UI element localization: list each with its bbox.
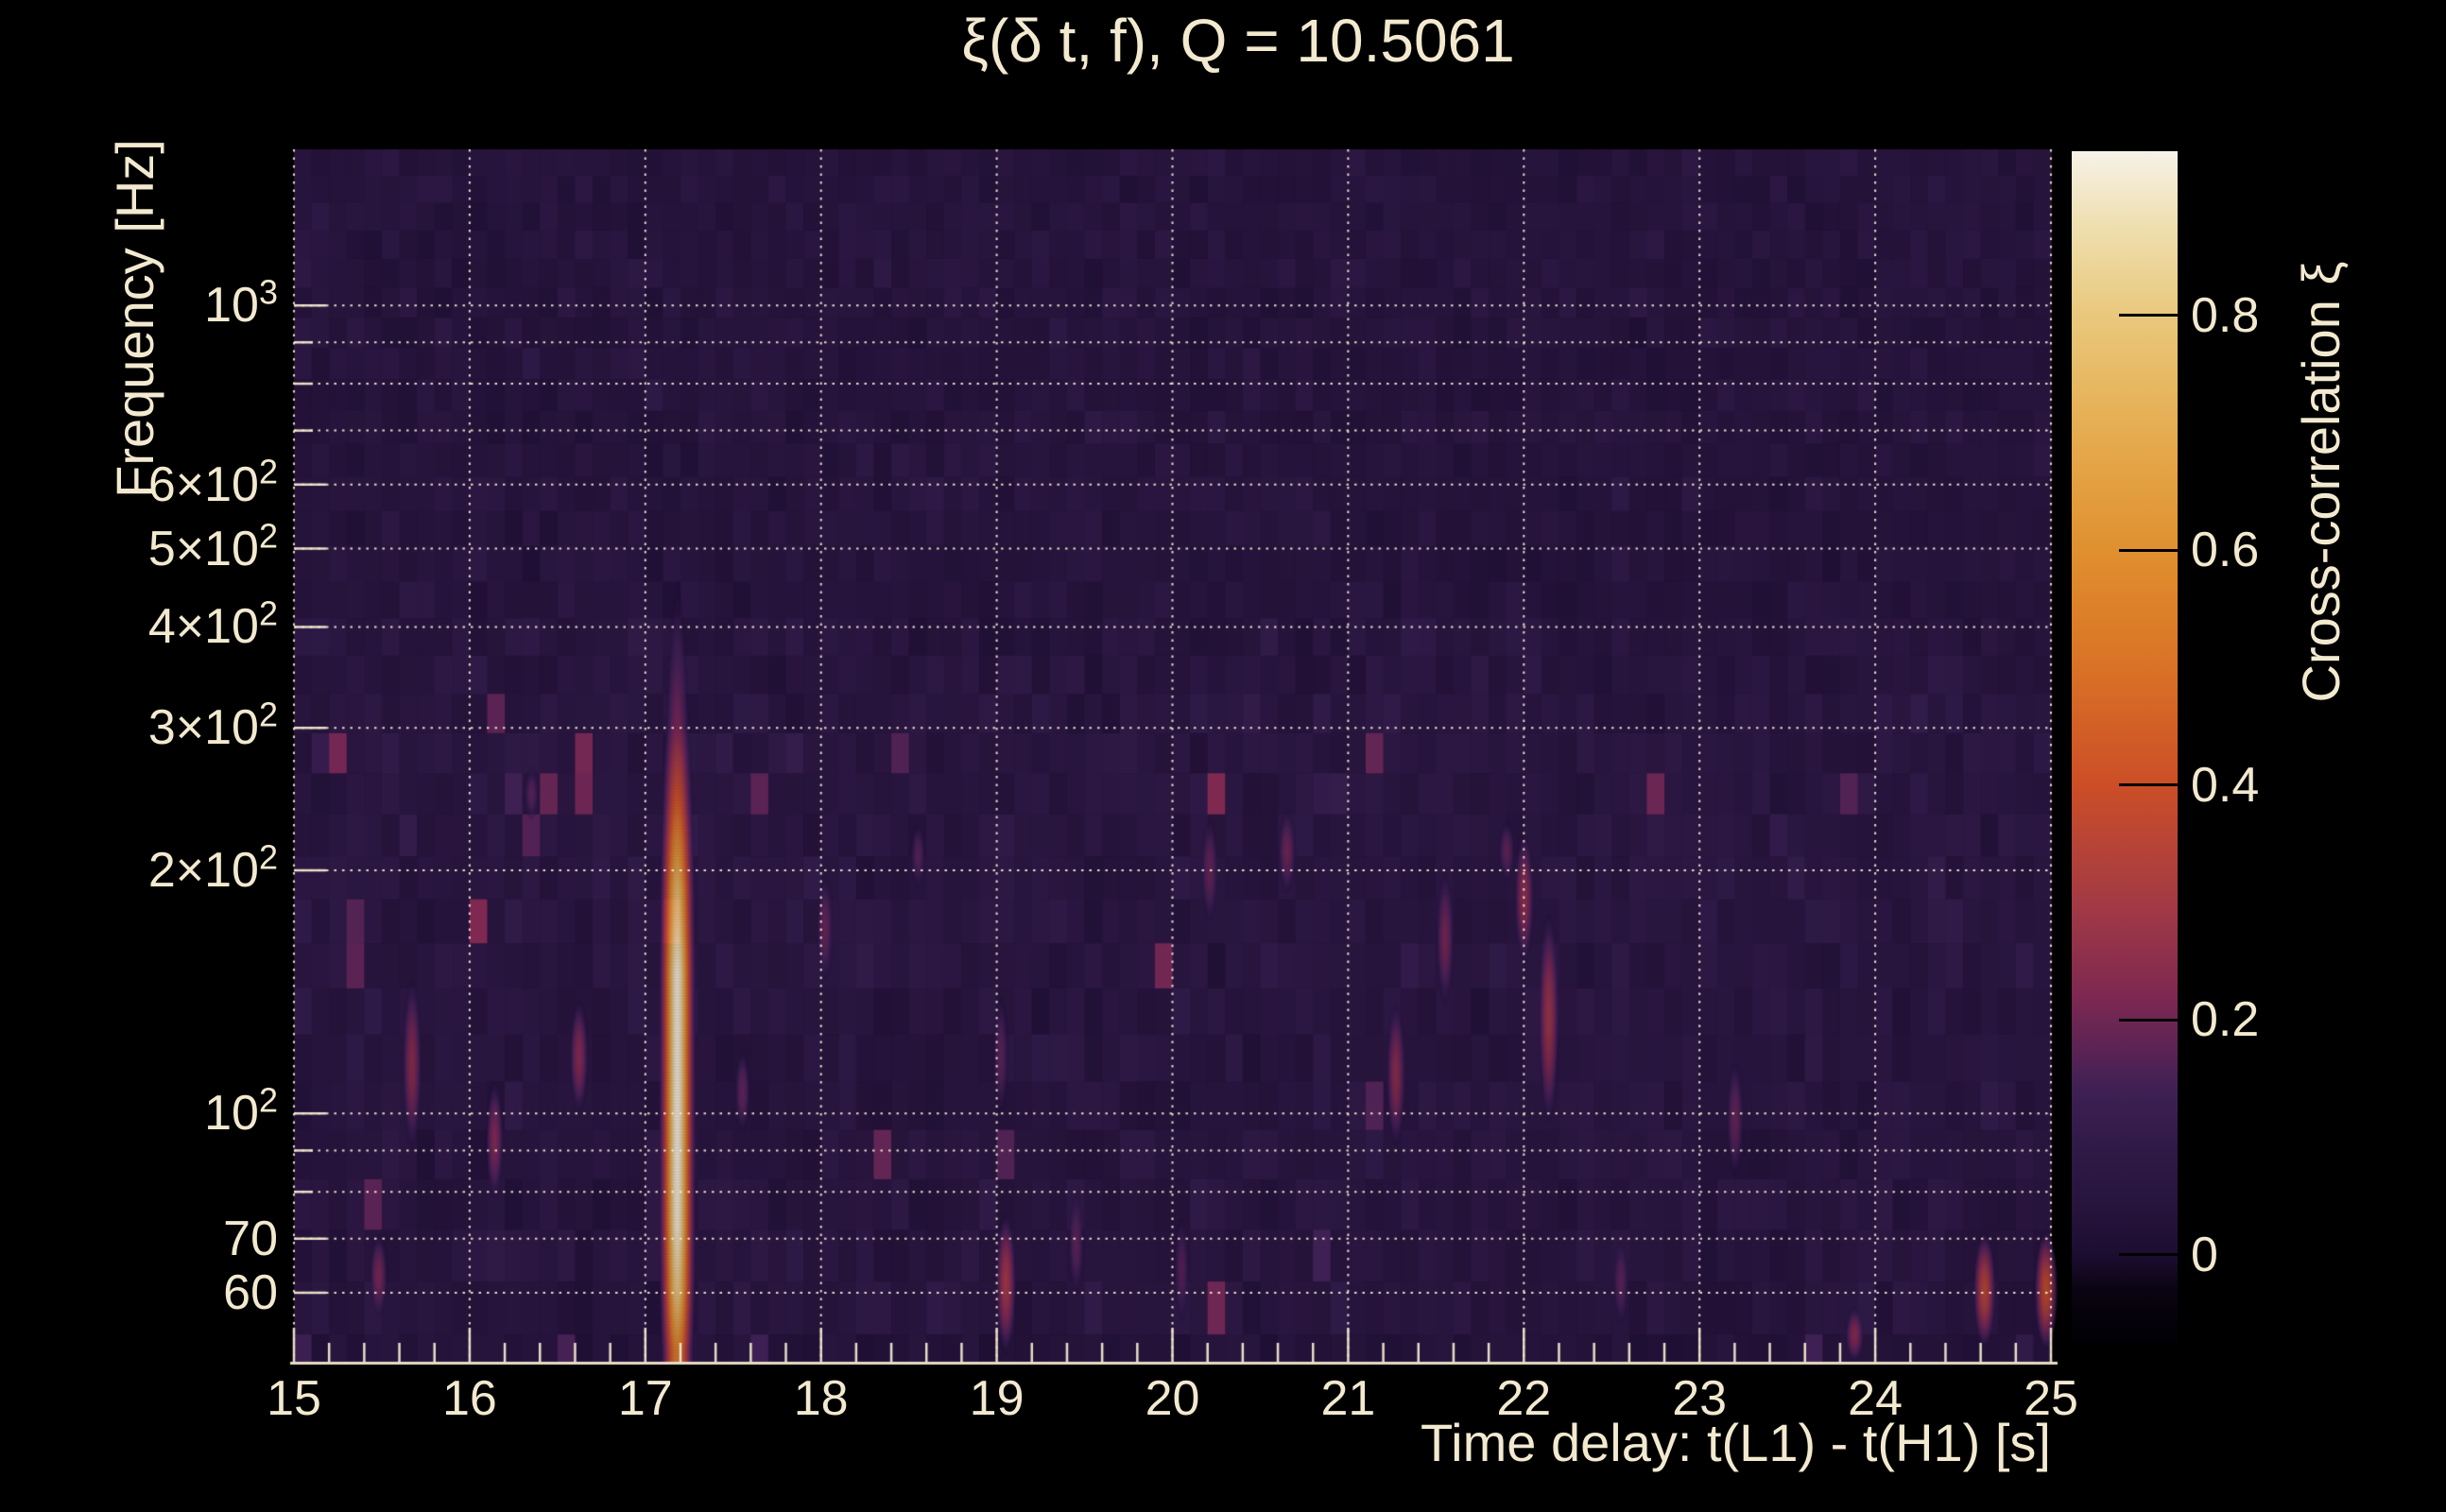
colorbar-tick-label-0.2: 0.2 (2191, 992, 2260, 1048)
x-tick-label-18s: 18 (793, 1371, 849, 1426)
y-tick-label-400hz: 4×102 (147, 594, 278, 655)
colorbar-tick-label-0.8: 0.8 (2191, 287, 2260, 343)
x-tick-label-15s: 15 (267, 1371, 321, 1426)
colorbar-tick-label-0.6: 0.6 (2191, 523, 2260, 578)
x-tick-label-21s: 21 (1320, 1371, 1376, 1426)
colorbar-tick-mark-0 (2119, 1253, 2178, 1257)
colorbar-title: Cross-correlation ξ (2291, 261, 2351, 703)
y-tick-label-200hz: 2×102 (147, 837, 278, 898)
colorbar-tick-mark-0.4 (2119, 783, 2178, 787)
x-tick-label-20s: 20 (1145, 1371, 1200, 1426)
y-tick-label-300hz: 3×102 (147, 695, 278, 756)
x-tick-label-19s: 19 (969, 1371, 1025, 1426)
y-tick-label-70hz: 70 (223, 1211, 278, 1266)
colorbar-gradient (2072, 151, 2178, 1349)
y-tick-label-100hz: 102 (204, 1081, 278, 1142)
y-tick-label-500hz: 5×102 (147, 516, 278, 576)
x-tick-label-23s: 23 (1672, 1371, 1728, 1426)
colorbar-tick-label-0.4: 0.4 (2191, 757, 2260, 813)
colorbar-tick-mark-0.2 (2119, 1018, 2178, 1022)
x-tick-label-24s: 24 (1848, 1371, 1903, 1426)
colorbar-tick-mark-0.8 (2119, 314, 2178, 318)
colorbar-tick-label-0: 0 (2191, 1227, 2218, 1282)
x-tick-label-16s: 16 (441, 1371, 497, 1426)
x-tick-label-17s: 17 (617, 1371, 673, 1426)
page-title: ξ(δ t, f), Q = 10.5061 (961, 7, 1515, 75)
colorbar-tick-mark-0.6 (2119, 548, 2178, 552)
x-tick-label-25s: 25 (2024, 1371, 2078, 1426)
y-tick-label-60hz: 60 (223, 1265, 278, 1321)
y-tick-label-600hz: 6×102 (147, 452, 278, 512)
y-tick-label-1000hz: 103 (204, 272, 278, 334)
qscan-cross-correlation-figure: ξ(δ t, f), Q = 10.5061 Frequency [Hz] Ti… (0, 0, 2446, 1512)
x-tick-label-22s: 22 (1496, 1371, 1552, 1426)
